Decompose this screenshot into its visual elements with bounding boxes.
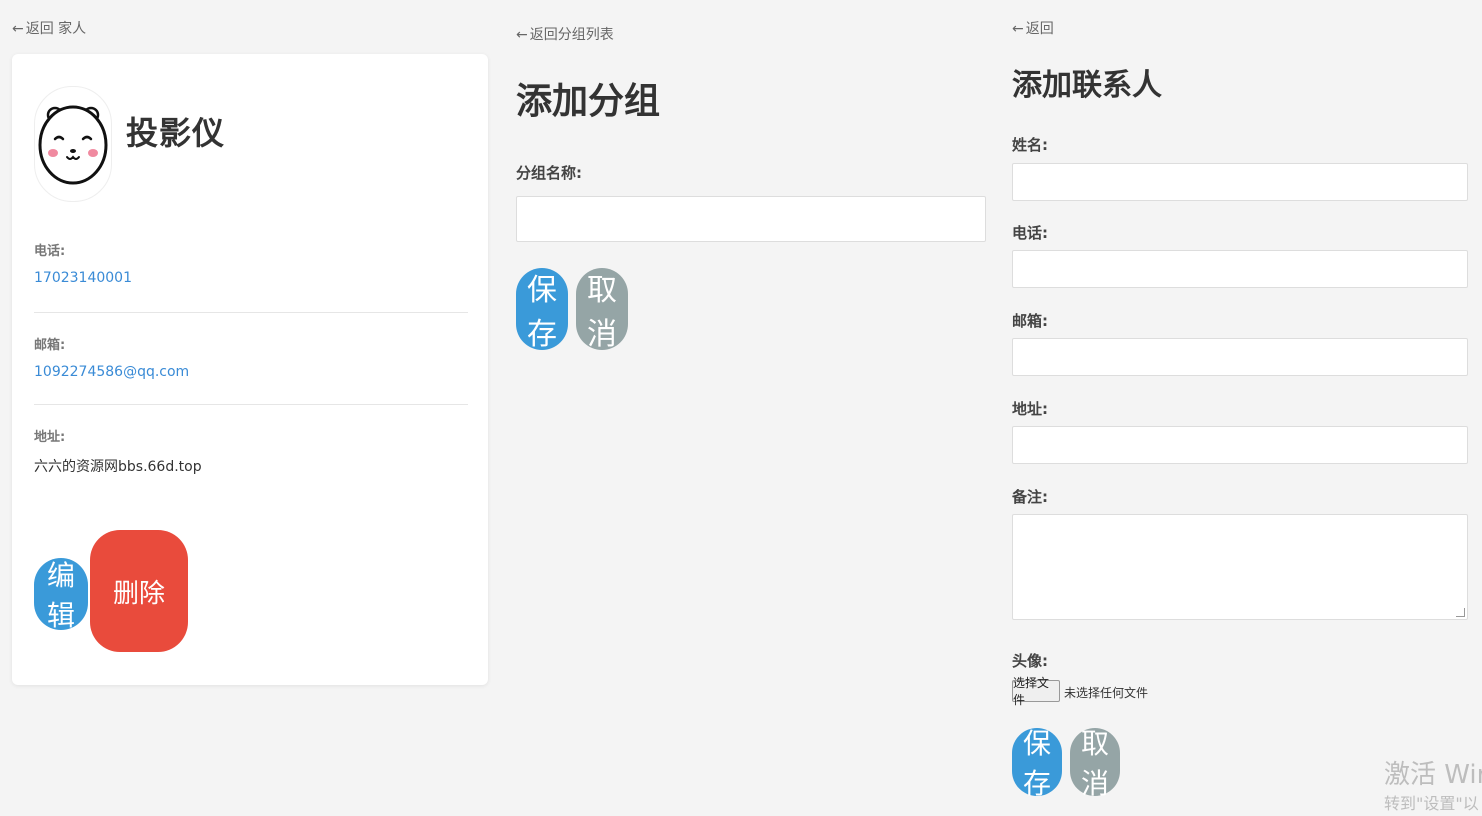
resize-grip-icon[interactable]	[1456, 608, 1465, 617]
contact-name: 投影仪	[126, 114, 226, 152]
back-link-label: 返回分组列表	[529, 27, 614, 43]
back-link-label: 返回	[1025, 21, 1054, 37]
phone-value-link[interactable]: 17023140001	[34, 270, 132, 286]
note-textarea[interactable]	[1012, 514, 1468, 620]
email-label: 邮箱:	[34, 338, 66, 353]
avatar-label: 头像:	[1012, 652, 1048, 670]
group-name-input[interactable]	[516, 196, 986, 242]
phone-label: 电话:	[1012, 224, 1048, 242]
delete-button[interactable]: 删除	[90, 530, 188, 652]
group-name-label: 分组名称:	[516, 164, 582, 182]
file-status-text: 未选择任何文件	[1064, 686, 1149, 700]
back-arrow-icon: ←	[516, 27, 528, 43]
edit-button[interactable]: 编辑	[34, 558, 88, 632]
add-contact-title: 添加联系人	[1012, 68, 1162, 103]
note-label: 备注:	[1012, 488, 1048, 506]
phone-input[interactable]	[1012, 250, 1468, 288]
contact-detail-card: 投影仪 电话: 17023140001 邮箱: 1092274586@qq.co…	[12, 54, 488, 685]
back-link[interactable]: ← 返回	[1012, 18, 1054, 38]
add-group-title: 添加分组	[516, 81, 661, 122]
save-group-button[interactable]: 保存	[516, 268, 568, 352]
back-arrow-icon: ←	[1012, 21, 1024, 37]
back-to-family-link[interactable]: ← 返回 家人	[12, 18, 86, 38]
address-label: 地址:	[1012, 400, 1048, 418]
back-link-label: 返回 家人	[25, 21, 87, 37]
phone-label: 电话:	[34, 244, 66, 259]
name-label: 姓名:	[1012, 136, 1048, 154]
bear-face-icon	[38, 105, 108, 185]
name-input[interactable]	[1012, 163, 1468, 201]
email-input[interactable]	[1012, 338, 1468, 376]
address-value: 六六的资源网bbs.66d.top	[34, 459, 202, 475]
back-arrow-icon: ←	[12, 21, 24, 37]
cancel-group-button[interactable]: 取消	[576, 268, 628, 352]
divider	[34, 312, 468, 313]
address-label: 地址:	[34, 430, 66, 445]
save-contact-button[interactable]: 保存	[1012, 727, 1062, 800]
email-value-link[interactable]: 1092274586@qq.com	[34, 364, 189, 380]
cancel-contact-button[interactable]: 取消	[1070, 727, 1120, 800]
back-to-group-list-link[interactable]: ← 返回分组列表	[516, 24, 614, 44]
divider	[34, 404, 468, 405]
contact-avatar	[34, 86, 112, 202]
choose-file-button[interactable]: 选择文件	[1012, 676, 1060, 707]
activate-windows-watermark: 激活 Wir	[1384, 760, 1482, 790]
email-label: 邮箱:	[1012, 312, 1048, 330]
address-input[interactable]	[1012, 426, 1468, 464]
activate-windows-subtext: 转到"设置"以	[1384, 794, 1479, 813]
